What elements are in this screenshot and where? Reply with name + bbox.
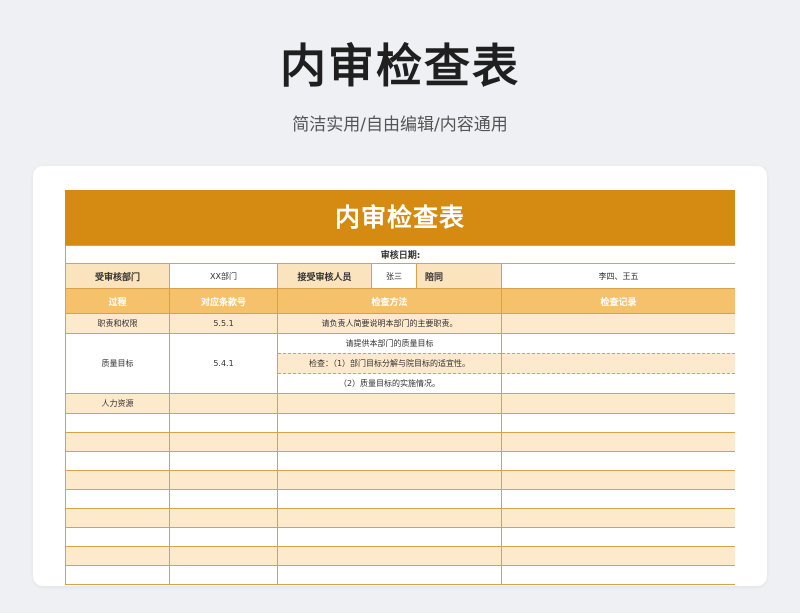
record-cell[interactable] [500,393,735,414]
method-cell[interactable] [277,393,502,414]
empty-cell[interactable] [65,470,170,490]
auditee-label: 接受审核人员 [277,263,372,289]
empty-cell[interactable] [65,508,170,528]
header-record: 检查记录 [500,288,735,314]
empty-cell[interactable] [169,413,278,433]
empty-cell[interactable] [169,489,278,509]
empty-cell[interactable] [500,508,735,528]
audit-date-label[interactable]: 审核日期: [65,245,735,264]
empty-cell[interactable] [277,432,502,452]
method-cell[interactable]: 请负责人简要说明本部门的主要职责。 [277,313,502,334]
sheet-banner-title: 内审检查表 [65,190,735,245]
empty-cell[interactable] [65,565,170,585]
method-line: （2）质量目标的实施情况。 [338,379,441,388]
empty-cell[interactable] [277,508,502,528]
audited-dept-label: 受审核部门 [65,263,170,289]
empty-cell[interactable] [277,565,502,585]
method-cell[interactable]: 请提供本部门的质量目标 检查：（1）部门目标分解与院目标的适宜性。 （2）质量目… [277,333,502,394]
empty-row [65,451,735,471]
table-row: 职责和权限 5.5.1 请负责人简要说明本部门的主要职责。 [65,313,735,334]
empty-row [65,546,735,566]
empty-cell[interactable] [65,527,170,547]
header-process: 过程 [65,288,170,314]
audited-dept-value[interactable]: XX部门 [169,263,278,289]
empty-row [65,432,735,452]
empty-cell[interactable] [277,413,502,433]
empty-cell[interactable] [500,546,735,566]
page-subtitle: 简洁实用/自由编辑/内容通用 [292,115,508,135]
empty-cell[interactable] [65,413,170,433]
info-row: 受审核部门 XX部门 接受审核人员 张三 陪同 李四、王五 [65,263,735,289]
empty-row [65,413,735,433]
empty-cell[interactable] [169,527,278,547]
table-row: 质量目标 5.4.1 请提供本部门的质量目标 检查：（1）部门目标分解与院目标的… [65,333,735,394]
page-title: 内审检查表 [280,39,520,93]
method-line: 请提供本部门的质量目标 [345,339,434,348]
empty-cell[interactable] [500,451,735,471]
spreadsheet: 内审检查表 审核日期: 受审核部门 XX部门 接受审核人员 张三 陪同 李四、王 [65,190,735,586]
empty-row [65,489,735,509]
empty-row [65,565,735,585]
clause-cell[interactable]: 5.4.1 [169,333,278,394]
empty-cell[interactable] [169,565,278,585]
auditee-value[interactable]: 张三 [371,263,417,289]
clause-cell[interactable]: 5.5.1 [169,313,278,334]
method-line: 检查：（1）部门目标分解与院目标的适宜性。 [278,353,501,374]
empty-cell[interactable] [500,489,735,509]
empty-row [65,470,735,490]
record-cell[interactable] [500,333,735,394]
empty-cell[interactable] [500,432,735,452]
empty-cell[interactable] [277,451,502,471]
process-cell[interactable]: 质量目标 [65,333,170,394]
record-cell[interactable] [500,313,735,334]
empty-cell[interactable] [65,489,170,509]
empty-cell[interactable] [65,432,170,452]
sheet-card: 内审检查表 审核日期: 受审核部门 XX部门 接受审核人员 张三 陪同 李四、王 [33,166,767,586]
accompany-value[interactable]: 李四、王五 [500,263,735,289]
empty-cell[interactable] [277,546,502,566]
empty-cell[interactable] [169,432,278,452]
empty-row [65,508,735,528]
empty-cell[interactable] [277,470,502,490]
header-method: 检查方法 [277,288,502,314]
header-clause: 对应条款号 [169,288,278,314]
audit-table: 审核日期: 受审核部门 XX部门 接受审核人员 张三 陪同 李四、王五 过程 对… [65,245,735,585]
empty-cell[interactable] [500,565,735,585]
empty-cell[interactable] [500,527,735,547]
process-cell[interactable]: 职责和权限 [65,313,170,334]
empty-cell[interactable] [500,413,735,433]
empty-cell[interactable] [169,470,278,490]
empty-cell[interactable] [169,546,278,566]
accompany-label: 陪同 [416,263,502,289]
empty-cell[interactable] [65,546,170,566]
empty-cell[interactable] [169,451,278,471]
empty-cell[interactable] [277,527,502,547]
header-row: 过程 对应条款号 检查方法 检查记录 [65,288,735,314]
empty-cell[interactable] [65,451,170,471]
empty-cell[interactable] [169,508,278,528]
process-cell[interactable]: 人力资源 [65,393,170,414]
empty-cell[interactable] [277,489,502,509]
clause-cell[interactable] [169,393,278,414]
empty-cell[interactable] [500,470,735,490]
table-row: 人力资源 [65,393,735,414]
empty-row [65,527,735,547]
